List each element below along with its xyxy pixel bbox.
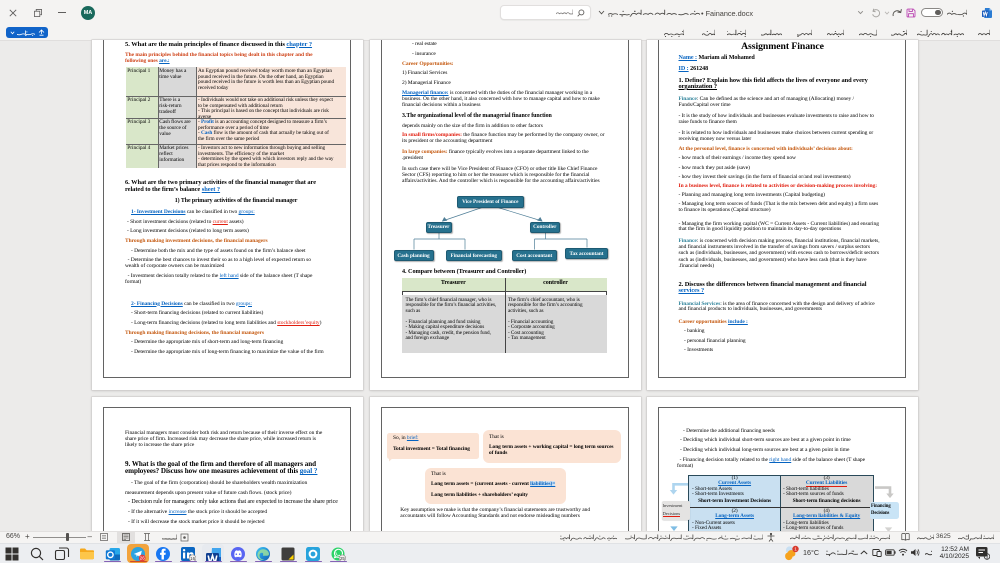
svg-text:1: 1 [794, 547, 797, 552]
svg-text:16: 16 [190, 555, 195, 560]
svg-text:25: 25 [340, 555, 345, 560]
svg-text:3: 3 [986, 554, 989, 559]
svg-text:26: 26 [140, 555, 145, 560]
